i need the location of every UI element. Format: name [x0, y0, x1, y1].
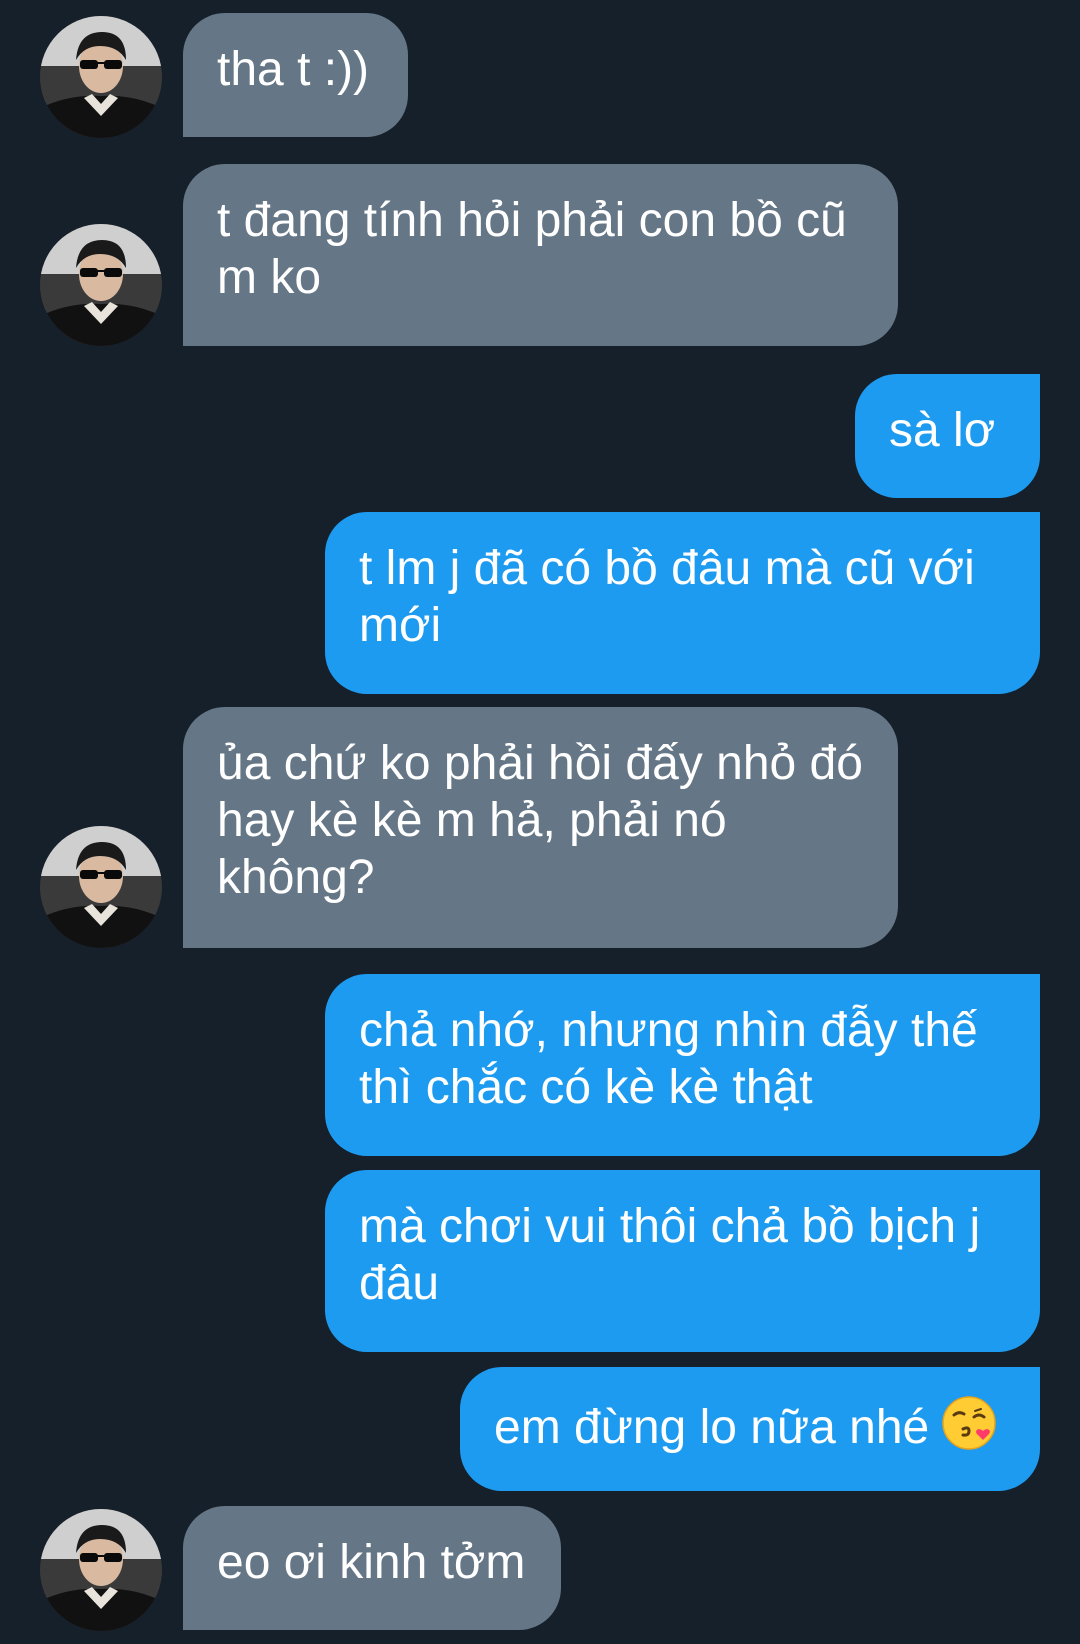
chat-thread: tha t :)) t đang tính hỏi phải con bồ cũ… — [0, 0, 1080, 1644]
message-text: em đừng lo nữa nhé — [494, 1401, 930, 1454]
message-bubble-incoming[interactable]: tha t :)) — [183, 13, 408, 137]
message-bubble-incoming[interactable]: t đang tính hỏi phải con bồ cũ m ko — [183, 164, 898, 346]
message-text: mà chơi vui thôi chả bồ bịch j đâu — [359, 1200, 981, 1310]
message-text: chả nhớ, nhưng nhìn đẫy thế thì chắc có … — [359, 1004, 978, 1114]
message-text: tha t :)) — [217, 43, 370, 96]
message-bubble-outgoing[interactable]: sà lơ — [855, 374, 1040, 498]
contact-avatar[interactable] — [40, 16, 162, 138]
message-bubble-incoming[interactable]: ủa chứ ko phải hồi đấy nhỏ đó hay kè kè … — [183, 707, 898, 948]
face-blowing-a-kiss-icon — [941, 1395, 997, 1451]
contact-avatar[interactable] — [40, 826, 162, 948]
message-text: t lm j đã có bồ đâu mà cũ với mới — [359, 542, 975, 652]
message-bubble-outgoing[interactable]: mà chơi vui thôi chả bồ bịch j đâu — [325, 1170, 1040, 1352]
message-bubble-outgoing[interactable]: em đừng lo nữa nhé — [460, 1367, 1040, 1491]
message-text: t đang tính hỏi phải con bồ cũ m ko — [217, 194, 847, 304]
contact-avatar[interactable] — [40, 1509, 162, 1631]
message-text: sà lơ — [889, 404, 996, 457]
contact-avatar[interactable] — [40, 224, 162, 346]
message-bubble-outgoing[interactable]: t lm j đã có bồ đâu mà cũ với mới — [325, 512, 1040, 694]
message-bubble-incoming[interactable]: eo ơi kinh tởm — [183, 1506, 561, 1630]
message-text: ủa chứ ko phải hồi đấy nhỏ đó hay kè kè … — [217, 737, 863, 904]
message-bubble-outgoing[interactable]: chả nhớ, nhưng nhìn đẫy thế thì chắc có … — [325, 974, 1040, 1156]
message-text: eo ơi kinh tởm — [217, 1536, 526, 1589]
